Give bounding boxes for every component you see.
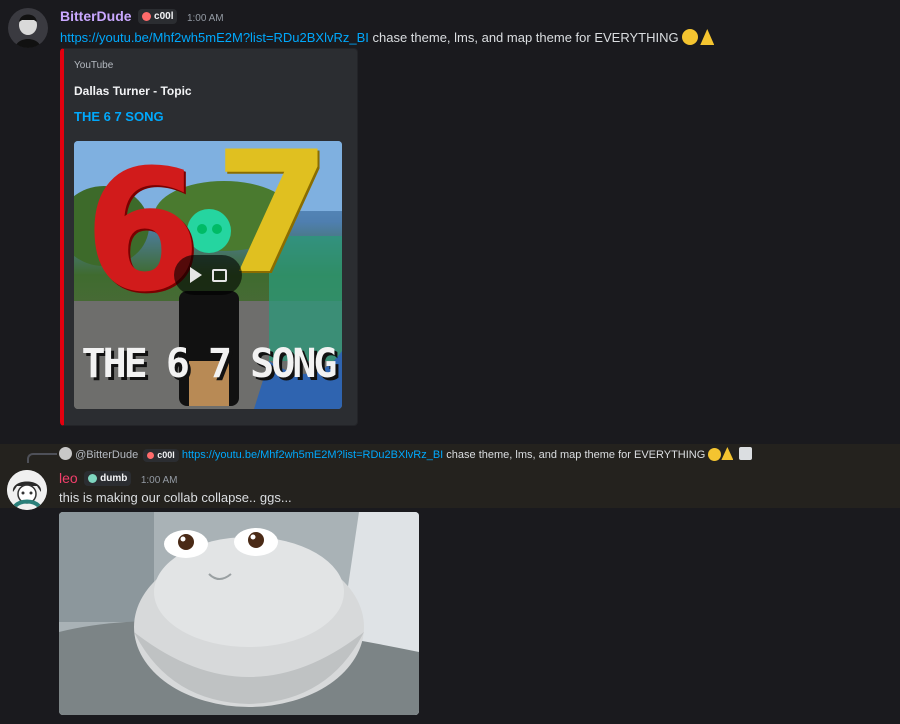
reply-avatar-icon bbox=[59, 447, 72, 460]
avatar[interactable] bbox=[8, 8, 48, 48]
reply-connector bbox=[27, 453, 57, 463]
timestamp: 1:00 AM bbox=[140, 475, 178, 486]
play-button[interactable] bbox=[174, 255, 242, 295]
embed-author[interactable]: Dallas Turner - Topic bbox=[74, 84, 192, 98]
user-tag[interactable]: c00l bbox=[138, 9, 178, 25]
tag-label: c00l bbox=[154, 11, 174, 23]
username[interactable]: BitterDude bbox=[60, 8, 132, 24]
tag-icon bbox=[142, 12, 152, 22]
reply-text: chase theme, lms, and map theme for EVER… bbox=[443, 449, 706, 461]
reply-tag-label: c00l bbox=[157, 450, 175, 461]
embed-title[interactable]: THE 6 7 SONG bbox=[74, 109, 164, 124]
video-embed: YouTube Dallas Turner - Topic THE 6 7 SO… bbox=[60, 48, 358, 426]
folded-hands-emoji-icon bbox=[700, 29, 715, 45]
tag-label: dumb bbox=[100, 473, 128, 485]
message-bitterdude: BitterDude c00l 1:00 AM https://youtu.be… bbox=[0, 0, 900, 440]
money-mouth-emoji-icon bbox=[708, 448, 722, 461]
reply-link[interactable]: https://youtu.be/Mhf2wh5mE2M?list=RDu2BX… bbox=[182, 449, 443, 461]
money-mouth-emoji-icon bbox=[682, 29, 699, 45]
reply-preview[interactable]: @BitterDude c00l https://youtu.be/Mhf2wh… bbox=[59, 447, 753, 462]
heart-icon bbox=[88, 474, 98, 484]
youtube-link[interactable]: https://youtu.be/Mhf2wh5mE2M?list=RDu2BX… bbox=[60, 30, 369, 45]
play-icon bbox=[189, 267, 202, 283]
video-thumbnail[interactable]: 6 7 THE 6 7 SONG bbox=[74, 141, 342, 409]
message-text: chase theme, lms, and map theme for EVER… bbox=[368, 30, 679, 45]
folded-hands-emoji-icon bbox=[721, 447, 734, 460]
reply-mention[interactable]: @BitterDude bbox=[75, 449, 138, 461]
embed-provider[interactable]: YouTube bbox=[74, 60, 113, 71]
thumbnail-text: THE 6 7 SONG bbox=[81, 341, 338, 387]
user-tag[interactable]: dumb bbox=[84, 471, 132, 487]
image-attachment-icon bbox=[739, 447, 753, 460]
avatar[interactable] bbox=[7, 470, 47, 510]
username[interactable]: leo bbox=[59, 470, 78, 486]
open-external-icon[interactable] bbox=[211, 268, 227, 282]
tag-icon bbox=[147, 451, 155, 459]
message-text: this is making our collab collapse.. ggs… bbox=[59, 490, 292, 505]
reply-user-tag: c00l bbox=[143, 448, 179, 462]
timestamp: 1:00 AM bbox=[186, 13, 224, 24]
image-attachment[interactable] bbox=[59, 512, 419, 715]
message-content: https://youtu.be/Mhf2wh5mE2M?list=RDu2BX… bbox=[60, 29, 715, 45]
